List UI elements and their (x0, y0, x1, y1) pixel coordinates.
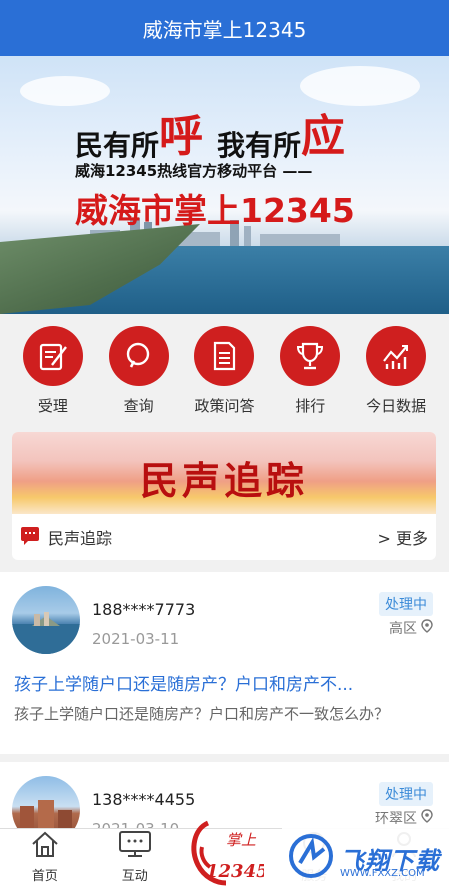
list-item[interactable]: 188****7773 2021-03-11 处理中 高区 孩子上学随户口还是随… (0, 572, 449, 762)
logo-top-text: 掌上 (226, 831, 257, 849)
message-icon (20, 525, 40, 549)
chart-icon (366, 326, 427, 386)
phone-number: 138****4455 (92, 790, 196, 809)
banner-subline: 威海12345热线官方移动平台 —— (75, 162, 313, 180)
trophy-icon (280, 326, 341, 386)
tracking-banner[interactable]: 民声追踪 (12, 432, 436, 514)
hero-banner[interactable]: 民有所 呼 我有所 应 威海12345热线官方移动平台 —— 威海市掌上1234… (0, 56, 449, 314)
menu-label: 查询 (123, 397, 154, 415)
watermark-logo-icon (288, 833, 334, 883)
status-badge: 处理中 (379, 592, 433, 616)
slogan-text: 民有所 (75, 129, 160, 162)
tab-label: 互动 (121, 869, 148, 884)
tracking-banner-title: 民声追踪 (139, 458, 308, 503)
location-icon (421, 809, 433, 827)
tab-home[interactable]: 首页 (0, 829, 90, 888)
tracking-card: 民声追踪 民声追踪 > 更多 (12, 432, 436, 560)
document-icon (194, 326, 255, 386)
date: 2021-03-10 (92, 820, 179, 828)
menu-item-ranking[interactable]: 排行 (271, 314, 349, 426)
area: 环翠区 (375, 808, 433, 828)
tracking-row[interactable]: 民声追踪 > 更多 (12, 514, 436, 560)
status-badge: 处理中 (379, 782, 433, 806)
slogan-text: 我有所 (217, 129, 302, 162)
monitor-icon (118, 830, 152, 862)
page-title: 威海市掌上12345 (142, 17, 307, 42)
date: 2021-03-11 (92, 630, 180, 648)
tab-interact[interactable]: 互动 (90, 829, 180, 888)
slogan-text: 应 (301, 111, 346, 162)
slogan: 民有所 呼 我有所 应 (75, 100, 359, 164)
menu-item-accept[interactable]: 受理 (14, 314, 92, 426)
menu-item-policy-qa[interactable]: 政策问答 (185, 314, 263, 426)
watermark: 飞翔下载 WWW.FXXZ.COM (282, 828, 449, 888)
home-icon (30, 830, 60, 862)
tracking-list: 188****7773 2021-03-11 处理中 高区 孩子上学随户口还是随… (0, 572, 449, 828)
location-icon (421, 619, 433, 637)
quick-menu: 受理 查询 政策问答 排行 今日数据 (0, 314, 449, 426)
center-logo-12345[interactable]: 掌上 12345 (186, 815, 269, 888)
tab-label: 首页 (31, 869, 58, 884)
slogan-text: 呼 (159, 111, 204, 162)
menu-item-today-data[interactable]: 今日数据 (357, 314, 435, 426)
edit-form-icon (22, 326, 83, 386)
app-header: 威海市掌上12345 (0, 0, 449, 56)
menu-label: 排行 (295, 397, 326, 415)
menu-item-query[interactable]: 查询 (100, 314, 178, 426)
search-icon (108, 326, 169, 386)
menu-label: 今日数据 (366, 397, 427, 415)
banner-title: 威海市掌上12345 (75, 191, 355, 230)
avatar (12, 586, 80, 654)
menu-label: 受理 (37, 397, 68, 415)
question-title[interactable]: 孩子上学随户口还是随房产？户口和房产不... (14, 670, 434, 695)
area: 高区 (389, 618, 433, 638)
area-label: 环翠区 (375, 811, 417, 827)
phone-number: 188****7773 (92, 600, 196, 619)
more-link[interactable]: > 更多 (378, 525, 429, 549)
avatar (12, 776, 80, 828)
logo-number: 12345 (206, 861, 264, 882)
watermark-sub: WWW.FXXZ.COM (340, 868, 425, 879)
menu-label: 政策问答 (194, 397, 255, 415)
area-label: 高区 (389, 621, 417, 637)
tracking-label: 民声追踪 (48, 529, 113, 548)
question-body: 孩子上学随户口还是随房产？户口和房产不一致怎么办？ (14, 705, 390, 723)
